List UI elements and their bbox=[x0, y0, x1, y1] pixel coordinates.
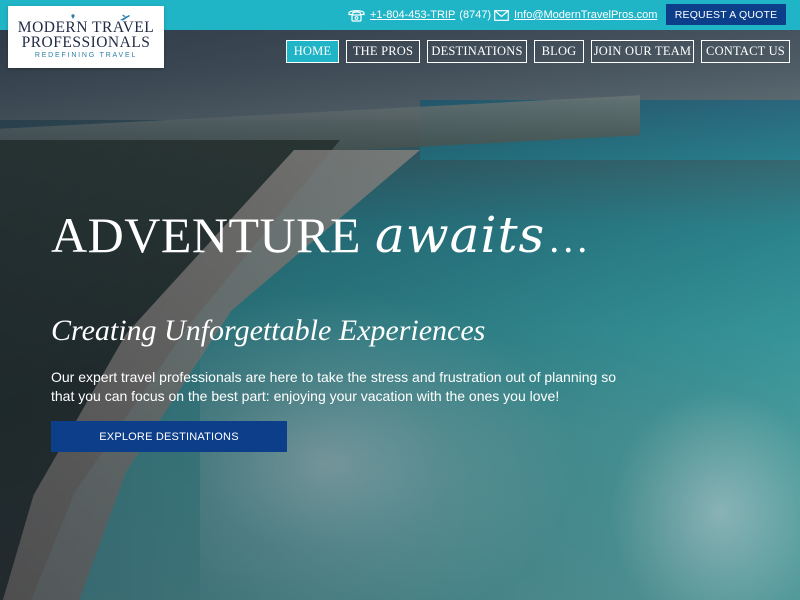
email-link[interactable]: Info@ModernTravelPros.com bbox=[514, 9, 657, 21]
explore-destinations-button[interactable]: EXPLORE DESTINATIONS bbox=[51, 421, 287, 452]
site-logo[interactable]: MODERN TRAVEL PROFESSIONALS REDEFINING T… bbox=[8, 6, 164, 68]
email-contact[interactable]: Info@ModernTravelPros.com bbox=[494, 0, 657, 30]
phone-contact[interactable]: +1-804-453-TRIP (8747) bbox=[348, 0, 491, 30]
nav-blog[interactable]: BLOG bbox=[534, 40, 584, 63]
nav-the-pros[interactable]: THE PROS bbox=[346, 40, 420, 63]
request-quote-button[interactable]: REQUEST A QUOTE bbox=[666, 4, 786, 25]
nav-destinations[interactable]: DESTINATIONS bbox=[427, 40, 527, 63]
logo-tagline: REDEFINING TRAVEL bbox=[34, 52, 138, 59]
hero-subheadline: Creating Unforgettable Experiences bbox=[51, 314, 486, 347]
nav-contact-us[interactable]: CONTACT US bbox=[701, 40, 790, 63]
nav-join-our-team[interactable]: JOIN OUR TEAM bbox=[591, 40, 694, 63]
phone-link[interactable]: +1-804-453-TRIP bbox=[370, 9, 455, 21]
hero-background bbox=[0, 0, 800, 600]
phone-icon bbox=[348, 9, 365, 22]
phone-suffix: (8747) bbox=[459, 9, 492, 21]
headline-ellipsis: ... bbox=[549, 216, 592, 261]
hero-headline: ADVENTURE awaits... bbox=[51, 206, 591, 264]
hero-dark-overlay bbox=[0, 0, 800, 600]
nav-home[interactable]: HOME bbox=[286, 40, 339, 63]
hero-paragraph: Our expert travel professionals are here… bbox=[51, 369, 616, 404]
headline-main-text: ADVENTURE bbox=[51, 207, 362, 263]
envelope-icon bbox=[494, 9, 509, 21]
logo-text-line2: PROFESSIONALS bbox=[21, 34, 151, 51]
headline-script-text: awaits bbox=[375, 206, 546, 264]
